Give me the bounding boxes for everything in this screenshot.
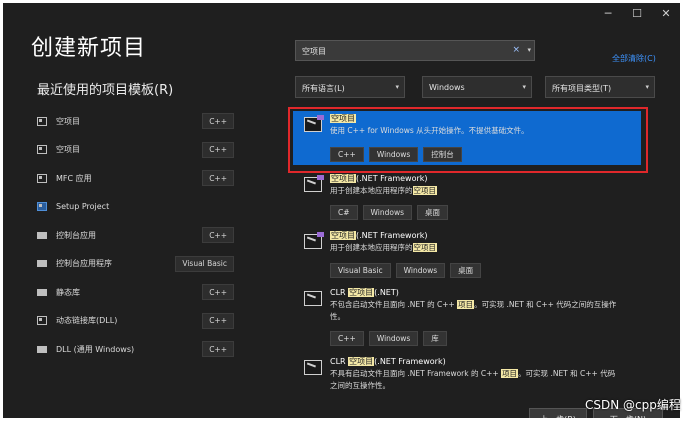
search-value: 空项目 [302, 47, 326, 56]
template-name: CLR 空项目(.NET) [330, 288, 399, 297]
filter-label: 所有语言(L) [302, 84, 345, 93]
selection-outline [288, 107, 648, 173]
template-item-clr-empty[interactable]: CLR 空项目(.NET) 不包含启动文件且面向 .NET 的 C++ 项目。可… [299, 287, 639, 349]
folder-icon [37, 260, 47, 268]
language-tag: Visual Basic [175, 255, 234, 272]
language-tag: C++ [202, 113, 234, 130]
vb-project-icon [304, 232, 324, 249]
project-icon [37, 116, 47, 126]
template-tags: Visual Basic Windows 桌面 [330, 263, 482, 278]
recent-item[interactable]: 控制台应用 C++ [37, 221, 237, 250]
tag: 桌面 [450, 263, 482, 278]
recent-item[interactable]: 空项目 C++ [37, 107, 237, 136]
project-icon [37, 173, 47, 183]
recent-item[interactable]: 动态链接库(DLL) C++ [37, 307, 237, 336]
cpp-project-icon [304, 291, 322, 306]
folder-icon [37, 231, 47, 239]
recent-item[interactable]: 静态库 C++ [37, 278, 237, 307]
template-item-vb-empty[interactable]: 空项目(.NET Framework) 用于创建本地应用程序的空项目 Visua… [299, 230, 639, 280]
csharp-project-icon [304, 175, 324, 192]
filter-label: Windows [429, 83, 465, 92]
recent-list: 空项目 C++ 空项目 C++ MFC 应用 C++ Setup Project 控制… [37, 107, 237, 364]
template-tags: C++ Windows 库 [330, 331, 447, 346]
clear-all-link[interactable]: 全部清除(C) [612, 53, 656, 64]
recent-heading: 最近使用的项目模板(R) [37, 83, 174, 98]
recent-item[interactable]: 控制台应用程序 Visual Basic [37, 250, 237, 279]
tag: Visual Basic [330, 263, 391, 278]
close-button[interactable]: ✕ [659, 7, 673, 20]
tag: C++ [330, 331, 364, 346]
template-description: 用于创建本地应用程序的空项目 [330, 186, 437, 195]
tag: 库 [423, 331, 447, 346]
filter-label: 所有项目类型(T) [552, 84, 612, 93]
tag: Windows [395, 263, 446, 278]
recent-item[interactable]: 空项目 C++ [37, 136, 237, 165]
watermark: CSDN @cpp编程 [585, 398, 681, 412]
minimize-button[interactable]: ─ [601, 7, 615, 20]
chevron-down-icon: ▾ [522, 83, 526, 91]
template-name: CLR 空项目(.NET Framework) [330, 357, 446, 366]
folder-icon [37, 345, 47, 353]
language-tag: C++ [202, 341, 234, 358]
cpp-project-icon [304, 360, 322, 375]
chevron-down-icon: ▾ [645, 83, 649, 91]
chevron-down-icon: ▾ [395, 83, 399, 91]
template-description: 不包含启动文件且面向 .NET 的 C++ 项目。可实现 .NET 和 C++ … [330, 300, 617, 321]
template-item-csharp-empty[interactable]: 空项目(.NET Framework) 用于创建本地应用程序的空项目 C# Wi… [299, 173, 639, 223]
language-tag: C++ [202, 227, 234, 244]
back-button[interactable]: 上一步(B) [529, 408, 587, 418]
recent-item[interactable]: DLL (通用 Windows) C++ [37, 335, 237, 364]
language-tag: C++ [202, 284, 234, 301]
template-description: 不具有启动文件且面向 .NET Framework 的 C++ 项目。可实现 .… [330, 369, 616, 390]
tag: C# [330, 205, 358, 220]
template-name: 空项目(.NET Framework) [330, 231, 428, 240]
project-type-filter[interactable]: 所有项目类型(T) ▾ [545, 76, 655, 98]
template-tags: C# Windows 桌面 [330, 205, 449, 220]
maximize-button[interactable]: ☐ [630, 7, 644, 20]
template-item-clr-netfx-empty[interactable]: CLR 空项目(.NET Framework) 不具有启动文件且面向 .NET … [299, 356, 639, 396]
folder-icon [37, 288, 47, 296]
recent-item-label: Setup Project [56, 202, 110, 212]
template-description: 用于创建本地应用程序的空项目 [330, 243, 437, 252]
project-icon [37, 145, 47, 155]
language-tag: C++ [202, 170, 234, 187]
chevron-down-icon[interactable]: ▾ [527, 46, 531, 54]
page-title: 创建新项目 [31, 36, 147, 61]
tag: 桌面 [417, 205, 449, 220]
project-icon [37, 316, 47, 326]
language-filter[interactable]: 所有语言(L) ▾ [295, 76, 405, 98]
search-input[interactable]: 空项目 × ▾ [295, 40, 535, 61]
platform-filter[interactable]: Windows ▾ [422, 76, 532, 98]
tag: Windows [362, 205, 413, 220]
tag: Windows [368, 331, 419, 346]
recent-item[interactable]: MFC 应用 C++ [37, 164, 237, 193]
language-tag: C++ [202, 312, 234, 329]
create-project-window: ─ ☐ ✕ 创建新项目 最近使用的项目模板(R) 空项目 C++ 空项目 C++ M… [3, 3, 680, 418]
template-name: 空项目(.NET Framework) [330, 174, 428, 183]
recent-item[interactable]: Setup Project [37, 193, 237, 222]
language-tag: C++ [202, 141, 234, 158]
setup-icon [37, 202, 47, 212]
clear-search-icon[interactable]: × [512, 45, 520, 55]
